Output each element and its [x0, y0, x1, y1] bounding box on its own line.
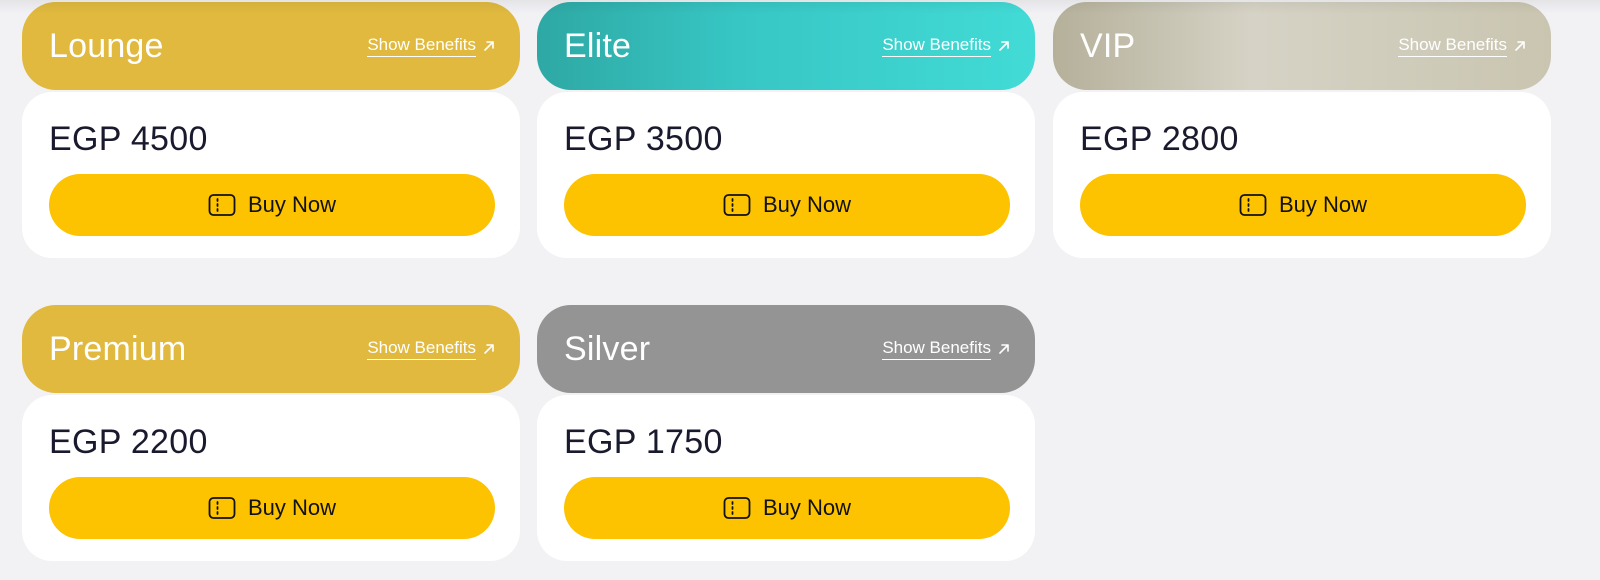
- arrow-up-right-icon: [999, 344, 1009, 354]
- ticket-icon: [1239, 194, 1267, 216]
- tier-price: EGP 1750: [564, 423, 723, 461]
- show-benefits-link[interactable]: Show Benefits: [367, 35, 496, 57]
- top-shadow: [0, 0, 1600, 14]
- tier-card-lounge: Lounge Show Benefits EGP 4500 Buy Now: [22, 2, 520, 258]
- tier-card-silver: Silver Show Benefits EGP 1750 Buy Now: [537, 305, 1035, 561]
- tier-card-premium: Premium Show Benefits EGP 2200 Buy Now: [22, 305, 520, 561]
- tier-header: VIP Show Benefits: [1053, 2, 1551, 90]
- tier-header: Silver Show Benefits: [537, 305, 1035, 393]
- show-benefits-label: Show Benefits: [882, 35, 991, 57]
- tier-body: EGP 2800 Buy Now: [1053, 92, 1551, 258]
- buy-now-label: Buy Now: [247, 192, 337, 217]
- ticket-icon: [723, 194, 751, 216]
- buy-now-label: Buy Now: [762, 192, 852, 217]
- buy-now-label: Buy Now: [247, 495, 337, 520]
- ticket-icon: [208, 194, 236, 216]
- tier-price: EGP 3500: [564, 120, 723, 158]
- arrow-up-right-icon: [1515, 41, 1525, 51]
- show-benefits-label: Show Benefits: [1398, 35, 1507, 57]
- show-benefits-label: Show Benefits: [882, 338, 991, 360]
- tier-body: EGP 1750 Buy Now: [537, 395, 1035, 561]
- buy-now-label: Buy Now: [762, 495, 852, 520]
- buy-now-button[interactable]: Buy Now: [1080, 174, 1526, 236]
- buy-now-button[interactable]: Buy Now: [49, 477, 495, 539]
- ticket-icon: [723, 497, 751, 519]
- tier-header: Premium Show Benefits: [22, 305, 520, 393]
- tier-body: EGP 2200 Buy Now: [22, 395, 520, 561]
- tier-price: EGP 4500: [49, 120, 208, 158]
- buy-now-button[interactable]: Buy Now: [564, 477, 1010, 539]
- show-benefits-label: Show Benefits: [367, 338, 476, 360]
- tier-name: VIP: [1080, 26, 1136, 65]
- tier-header: Elite Show Benefits: [537, 2, 1035, 90]
- tier-card-vip: VIP Show Benefits EGP 2800 Buy Now: [1053, 2, 1551, 258]
- buy-now-button[interactable]: Buy Now: [564, 174, 1010, 236]
- arrow-up-right-icon: [484, 41, 494, 51]
- show-benefits-link[interactable]: Show Benefits: [882, 338, 1011, 360]
- arrow-up-right-icon: [484, 344, 494, 354]
- ticket-tiers-grid: Lounge Show Benefits EGP 4500 Buy Now El…: [0, 0, 1600, 580]
- tier-name: Lounge: [49, 26, 164, 65]
- tier-name: Premium: [49, 329, 187, 368]
- tier-price: EGP 2800: [1080, 120, 1239, 158]
- tier-name: Elite: [564, 26, 632, 65]
- show-benefits-link[interactable]: Show Benefits: [367, 338, 496, 360]
- tier-name: Silver: [564, 329, 651, 368]
- tier-body: EGP 3500 Buy Now: [537, 92, 1035, 258]
- show-benefits-link[interactable]: Show Benefits: [1398, 35, 1527, 57]
- buy-now-button[interactable]: Buy Now: [49, 174, 495, 236]
- arrow-up-right-icon: [999, 41, 1009, 51]
- tier-body: EGP 4500 Buy Now: [22, 92, 520, 258]
- tier-header: Lounge Show Benefits: [22, 2, 520, 90]
- tier-card-elite: Elite Show Benefits EGP 3500 Buy Now: [537, 2, 1035, 258]
- ticket-icon: [208, 497, 236, 519]
- show-benefits-link[interactable]: Show Benefits: [882, 35, 1011, 57]
- tier-price: EGP 2200: [49, 423, 208, 461]
- buy-now-label: Buy Now: [1278, 192, 1368, 217]
- show-benefits-label: Show Benefits: [367, 35, 476, 57]
